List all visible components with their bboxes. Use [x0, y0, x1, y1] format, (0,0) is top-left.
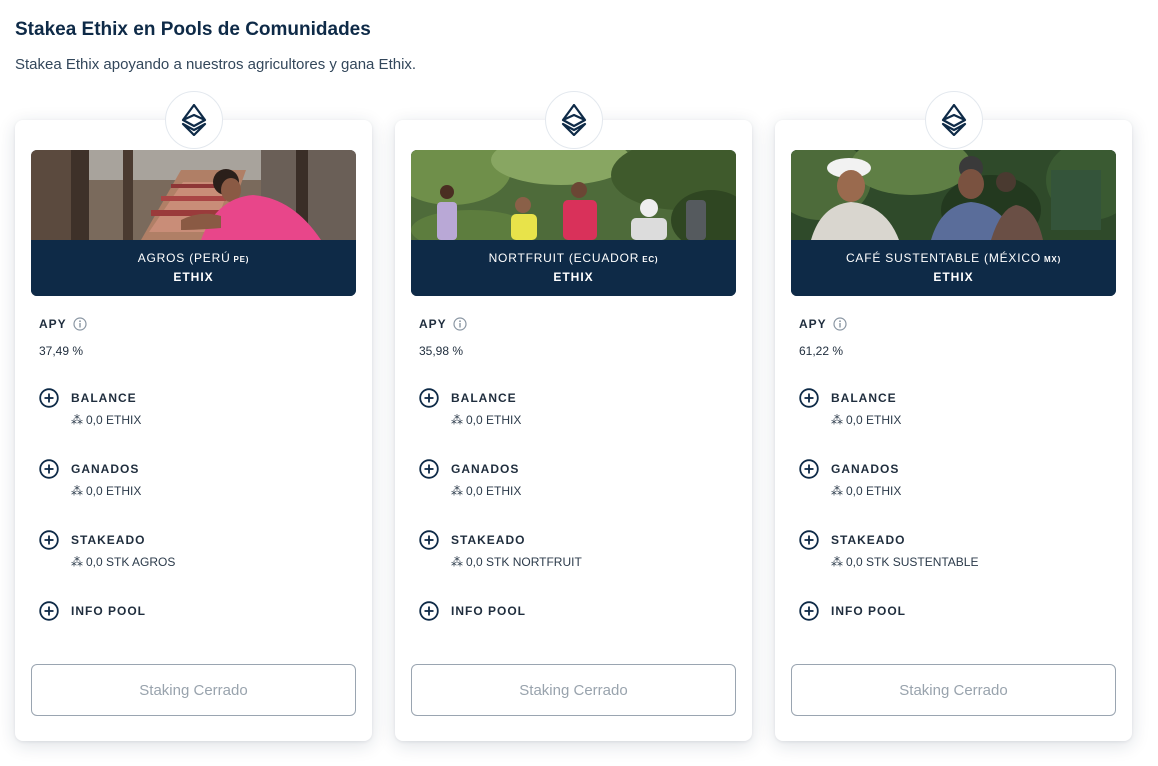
balance-value: 0,0 ETHIX	[466, 413, 522, 427]
earned-label: GANADOS	[831, 462, 900, 476]
info-circle-icon[interactable]	[833, 317, 847, 331]
plus-circle-icon[interactable]	[39, 388, 59, 408]
staked-value: 0,0 STK AGROS	[86, 555, 176, 569]
apy-value: 61,22 %	[799, 344, 844, 358]
apy-value: 37,49 %	[39, 344, 84, 358]
page-subtitle: Stakea Ethix apoyando a nuestros agricul…	[15, 56, 417, 73]
plus-circle-icon[interactable]	[39, 530, 59, 550]
staked-label: STAKEADO	[451, 533, 526, 547]
plus-circle-icon[interactable]	[799, 601, 819, 621]
earned-value: 0,0 ETHIX	[466, 484, 522, 498]
earned-value: 0,0 ETHIX	[86, 484, 142, 498]
staked-value: 0,0 STK SUSTENTABLE	[846, 555, 979, 569]
ethix-symbol-icon: ⁂	[831, 413, 843, 427]
pool-card-nortfruit: NORTFRUIT (ECUADOR EC) ETHIX APY 35,98 % …	[395, 91, 752, 741]
apy-label: APY	[39, 317, 67, 331]
info-circle-icon[interactable]	[73, 317, 87, 331]
earned-label: GANADOS	[451, 462, 520, 476]
info-pool-label: INFO POOL	[451, 604, 526, 618]
pool-token: ETHIX	[173, 270, 214, 284]
balance-label: BALANCE	[831, 391, 897, 405]
pool-photo	[31, 150, 356, 240]
pool-token: ETHIX	[553, 270, 594, 284]
ethix-symbol-icon: ⁂	[451, 555, 463, 569]
balance-value: 0,0 ETHIX	[846, 413, 902, 427]
staked-label: STAKEADO	[71, 533, 146, 547]
pool-photo	[791, 150, 1116, 240]
staking-closed-button[interactable]: Staking Cerrado	[411, 664, 736, 716]
staked-value: 0,0 STK NORTFRUIT	[466, 555, 582, 569]
pool-country-code: MX)	[1043, 255, 1062, 264]
plus-circle-icon[interactable]	[419, 530, 439, 550]
ethix-symbol-icon: ⁂	[451, 484, 463, 498]
plus-circle-icon[interactable]	[39, 459, 59, 479]
info-circle-icon[interactable]	[453, 317, 467, 331]
balance-label: BALANCE	[71, 391, 137, 405]
earned-value: 0,0 ETHIX	[846, 484, 902, 498]
plus-circle-icon[interactable]	[799, 388, 819, 408]
plus-circle-icon[interactable]	[799, 530, 819, 550]
plus-circle-icon[interactable]	[419, 388, 439, 408]
staking-closed-button[interactable]: Staking Cerrado	[791, 664, 1116, 716]
pool-name: NORTFRUIT (ECUADOR	[488, 251, 640, 265]
pool-banner: CAFÉ SUSTENTABLE (MÉXICO MX) ETHIX	[791, 150, 1116, 296]
apy-label: APY	[799, 317, 827, 331]
plus-circle-icon[interactable]	[799, 459, 819, 479]
pool-token: ETHIX	[933, 270, 974, 284]
pool-banner: AGROS (PERÚ PE) ETHIX	[31, 150, 356, 296]
staking-closed-button[interactable]: Staking Cerrado	[31, 664, 356, 716]
ethix-diamond-icon	[545, 91, 603, 149]
earned-label: GANADOS	[71, 462, 140, 476]
ethix-symbol-icon: ⁂	[831, 484, 843, 498]
ethix-symbol-icon: ⁂	[71, 413, 83, 427]
staked-label: STAKEADO	[831, 533, 906, 547]
ethix-symbol-icon: ⁂	[71, 555, 83, 569]
plus-circle-icon[interactable]	[419, 459, 439, 479]
info-pool-label: INFO POOL	[71, 604, 146, 618]
pool-card-agros: AGROS (PERÚ PE) ETHIX APY 37,49 % BALANCE…	[15, 91, 372, 741]
ethix-symbol-icon: ⁂	[451, 413, 463, 427]
apy-label: APY	[419, 317, 447, 331]
pool-photo	[411, 150, 736, 240]
balance-label: BALANCE	[451, 391, 517, 405]
info-pool-label: INFO POOL	[831, 604, 906, 618]
ethix-diamond-icon	[165, 91, 223, 149]
page-title: Stakea Ethix en Pools de Comunidades	[15, 19, 371, 40]
pool-card-sustentable: CAFÉ SUSTENTABLE (MÉXICO MX) ETHIX APY 61…	[775, 91, 1132, 741]
pool-name: AGROS (PERÚ	[137, 251, 231, 265]
apy-value: 35,98 %	[419, 344, 464, 358]
pool-name: CAFÉ SUSTENTABLE (MÉXICO	[845, 251, 1041, 265]
pool-banner: NORTFRUIT (ECUADOR EC) ETHIX	[411, 150, 736, 296]
ethix-symbol-icon: ⁂	[831, 555, 843, 569]
balance-value: 0,0 ETHIX	[86, 413, 142, 427]
ethix-symbol-icon: ⁂	[71, 484, 83, 498]
pool-country-code: EC)	[642, 255, 659, 264]
ethix-diamond-icon	[925, 91, 983, 149]
pool-country-code: PE)	[233, 255, 250, 264]
plus-circle-icon[interactable]	[39, 601, 59, 621]
plus-circle-icon[interactable]	[419, 601, 439, 621]
